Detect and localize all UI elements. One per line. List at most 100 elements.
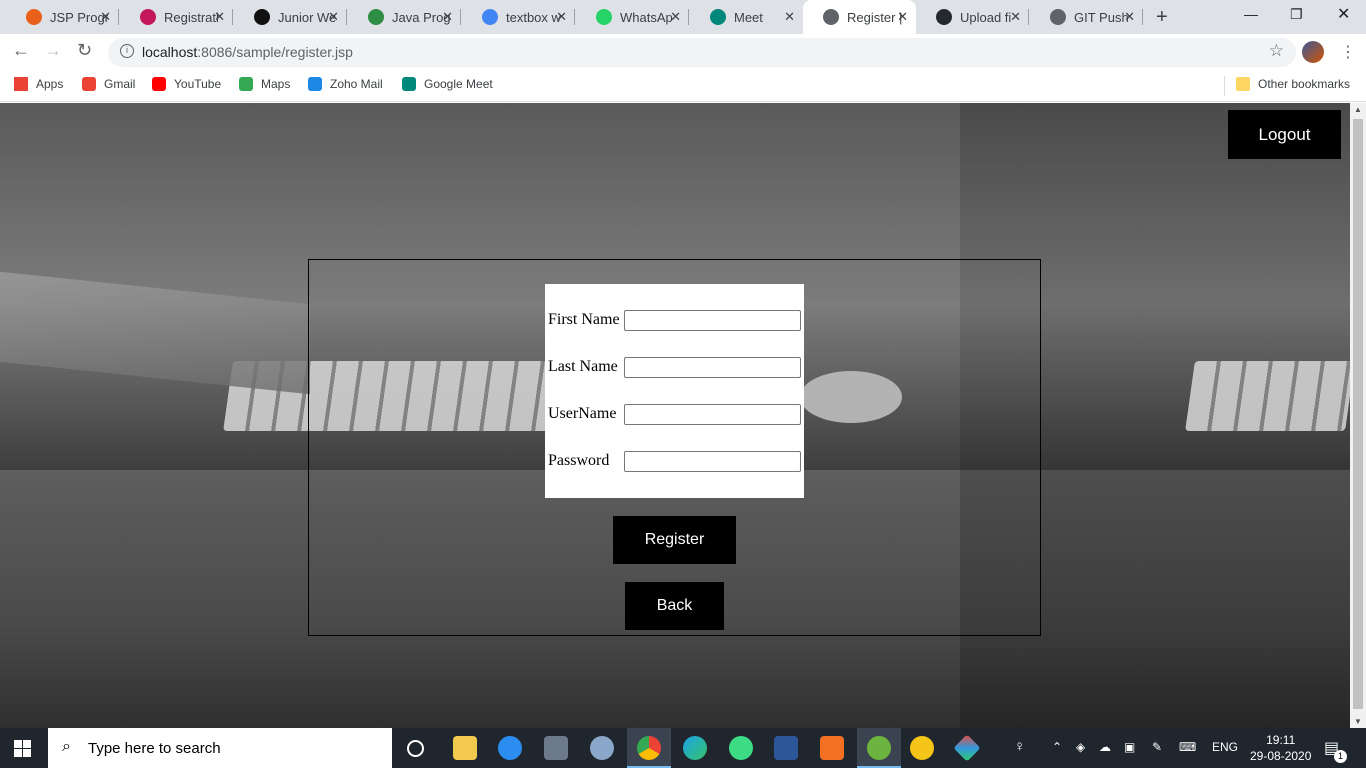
username-row: UserName xyxy=(548,404,804,426)
logout-button[interactable]: Logout xyxy=(1228,110,1341,159)
tab-close-icon[interactable]: ✕ xyxy=(556,9,567,25)
password-label: Password xyxy=(548,452,610,469)
tab-close-icon[interactable]: ✕ xyxy=(1124,9,1135,25)
browser-tab[interactable]: GIT Push ✕ xyxy=(1030,0,1143,34)
paint-app-icon[interactable] xyxy=(590,736,614,760)
bookmark-label: Apps xyxy=(36,77,64,91)
tab-favicon-icon xyxy=(936,9,952,25)
spring-tool-icon xyxy=(867,736,891,760)
notification-badge: 1 xyxy=(1334,750,1347,763)
camera-app-icon[interactable] xyxy=(544,736,568,760)
profile-avatar[interactable] xyxy=(1302,41,1324,63)
browser-tab[interactable]: Java Prog ✕ xyxy=(348,0,461,34)
tab-close-icon[interactable]: ✕ xyxy=(1010,9,1021,25)
search-placeholder: Type here to search xyxy=(88,740,221,757)
browser-tab[interactable]: Registrati ✕ xyxy=(120,0,233,34)
back-arrow-icon[interactable]: ← xyxy=(12,40,30,61)
browser-tab[interactable]: Junior We ✕ xyxy=(234,0,347,34)
tab-close-icon[interactable]: ✕ xyxy=(100,9,111,25)
clock-time: 19:11 xyxy=(1266,733,1296,747)
tab-favicon-icon xyxy=(482,9,498,25)
show-hidden-icons[interactable]: ⌃ xyxy=(1052,740,1062,754)
password-input[interactable] xyxy=(624,451,801,472)
bookmark-label: Google Meet xyxy=(424,77,493,91)
bookmark-star-icon[interactable]: ☆ xyxy=(1269,41,1284,61)
scrollbar-thumb[interactable] xyxy=(1353,119,1363,709)
register-form: First Name Last Name UserName Password xyxy=(545,284,804,498)
bookmark-label: Gmail xyxy=(104,77,136,91)
reload-icon[interactable]: ↻ xyxy=(77,40,92,61)
last-name-input[interactable] xyxy=(624,357,801,378)
app-tray-icon[interactable]: ▣ xyxy=(1124,740,1135,754)
bookmark-label: YouTube xyxy=(174,77,222,91)
scroll-down-icon[interactable]: ▼ xyxy=(1354,717,1362,726)
word-icon[interactable] xyxy=(774,736,798,760)
first-name-label: First Name xyxy=(548,311,620,328)
maximize-button[interactable]: ❐ xyxy=(1290,6,1303,23)
bookmark-item[interactable]: Apps xyxy=(14,77,63,91)
eclipse-taskbar-slot[interactable] xyxy=(857,728,901,768)
search-icon: ⌕ xyxy=(62,738,71,755)
cortana-icon[interactable] xyxy=(407,740,424,757)
edge-icon[interactable] xyxy=(683,736,707,760)
browser-tab[interactable]: Meet ✕ xyxy=(690,0,803,34)
browser-tab[interactable]: JSP Progr ✕ xyxy=(6,0,119,34)
browser-toolbar: ← → ↻ i localhost:8086/sample/register.j… xyxy=(0,34,1366,70)
zoho-mail-icon xyxy=(308,77,322,91)
close-window-button[interactable]: ✕ xyxy=(1337,4,1350,24)
scroll-up-icon[interactable]: ▲ xyxy=(1354,105,1362,114)
bookmark-item[interactable]: Zoho Mail xyxy=(308,77,383,91)
chrome-icon xyxy=(637,736,661,760)
bookmark-item[interactable]: Maps xyxy=(239,77,290,91)
first-name-row: First Name xyxy=(548,310,804,332)
page-scrollbar[interactable]: ▲ ▼ xyxy=(1350,103,1366,728)
tab-close-icon[interactable]: ✕ xyxy=(442,9,453,25)
git-icon[interactable] xyxy=(953,734,981,762)
tab-favicon-icon xyxy=(1050,9,1066,25)
minimize-button[interactable]: — xyxy=(1244,6,1258,22)
other-bookmarks-folder[interactable]: Other bookmarks xyxy=(1236,77,1350,91)
keyboard-icon[interactable]: ⌨ xyxy=(1179,740,1196,754)
new-tab-button[interactable]: + xyxy=(1156,6,1168,29)
browser-tab[interactable]: textbox w ✕ xyxy=(462,0,575,34)
first-name-input[interactable] xyxy=(624,310,801,331)
address-bar[interactable]: i localhost:8086/sample/register.jsp ☆ xyxy=(108,38,1296,67)
back-button[interactable]: Back xyxy=(625,582,724,630)
tab-close-icon[interactable]: ✕ xyxy=(897,9,908,25)
security-icon[interactable]: ◈ xyxy=(1076,740,1085,754)
windows-start-icon[interactable] xyxy=(14,740,31,757)
bookmark-item[interactable]: YouTube xyxy=(152,77,221,91)
register-button[interactable]: Register xyxy=(613,516,736,564)
tab-close-icon[interactable]: ✕ xyxy=(670,9,681,25)
browser-menu-icon[interactable]: ⋮ xyxy=(1340,42,1356,62)
site-info-icon[interactable]: i xyxy=(120,44,134,58)
bookmark-item[interactable]: Google Meet xyxy=(402,77,493,91)
browser-tab[interactable]: Register | ✕ xyxy=(803,0,916,34)
bookmark-label: Maps xyxy=(261,77,291,91)
sticky-app-icon[interactable] xyxy=(910,736,934,760)
pen-icon[interactable]: ✎ xyxy=(1152,740,1162,754)
windows-taskbar: ⌕ Type here to search ♀ ⌃ ◈ ☁ ▣ ✎ ⌨ ENG … xyxy=(0,728,1366,768)
apps-grid-icon xyxy=(14,77,28,91)
people-icon[interactable]: ♀ xyxy=(1014,738,1025,755)
onedrive-icon[interactable]: ☁ xyxy=(1099,740,1111,754)
taskbar-search-box[interactable]: ⌕ Type here to search xyxy=(48,728,392,768)
chrome-taskbar-slot[interactable] xyxy=(627,728,671,768)
browser-tab[interactable]: Upload fi ✕ xyxy=(916,0,1029,34)
android-studio-icon[interactable] xyxy=(729,736,753,760)
username-input[interactable] xyxy=(624,404,801,425)
xampp-icon[interactable] xyxy=(820,736,844,760)
tab-close-icon[interactable]: ✕ xyxy=(328,9,339,25)
url-text[interactable]: localhost:8086/sample/register.jsp xyxy=(142,44,353,60)
password-row: Password xyxy=(548,451,804,473)
tab-favicon-icon xyxy=(710,9,726,25)
clock[interactable]: 19:11 29-08-2020 xyxy=(1250,732,1311,764)
forward-arrow-icon[interactable]: → xyxy=(44,40,62,61)
file-explorer-icon[interactable] xyxy=(453,736,477,760)
bookmark-item[interactable]: Gmail xyxy=(82,77,135,91)
browser-tab[interactable]: WhatsAp ✕ xyxy=(576,0,689,34)
app-icon-blue[interactable] xyxy=(498,736,522,760)
tab-close-icon[interactable]: ✕ xyxy=(214,9,225,25)
tab-close-icon[interactable]: ✕ xyxy=(784,9,795,25)
language-indicator[interactable]: ENG xyxy=(1212,740,1238,754)
